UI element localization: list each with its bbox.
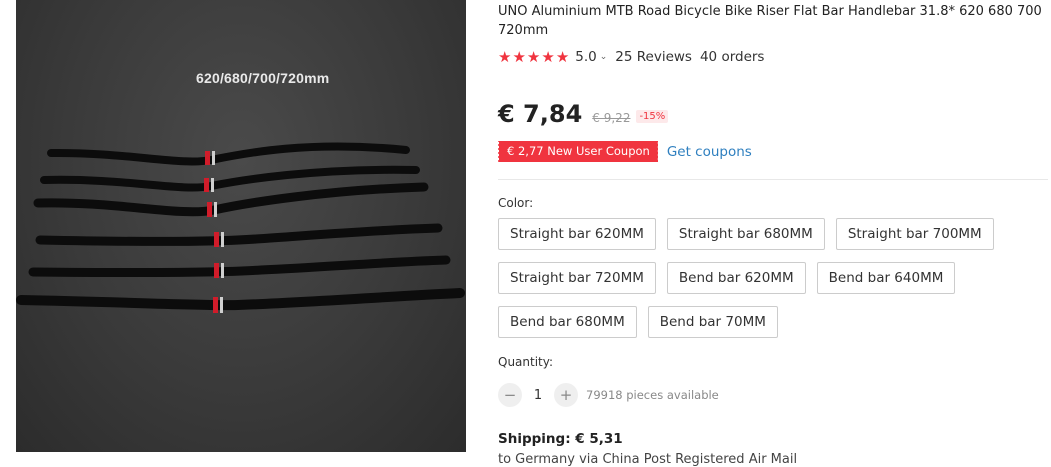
image-caption: 620/680/700/720mm — [196, 70, 330, 86]
color-option-straight-680[interactable]: Straight bar 680MM — [666, 218, 825, 250]
handlebar-2 — [40, 165, 420, 192]
color-option-straight-700[interactable]: Straight bar 700MM — [835, 218, 994, 250]
star-icon: ★ — [526, 48, 541, 66]
color-options-row-2: Straight bar 720MM Bend bar 620MM Bend b… — [498, 262, 966, 294]
minus-icon[interactable]: − — [498, 383, 522, 407]
product-image[interactable]: 620/680/700/720mm — [16, 0, 466, 452]
handlebar-4 — [35, 223, 443, 246]
current-price: € 7,84 — [498, 100, 583, 128]
quantity-label: Quantity: — [498, 355, 554, 369]
price-row: € 7,84 € 9,22 -15% — [498, 100, 669, 128]
coupon-row: € 2,77 New User Coupon Get coupons — [496, 141, 752, 162]
star-icon: ★ — [512, 48, 526, 66]
quantity-value[interactable]: 1 — [522, 388, 554, 403]
color-option-bend-620[interactable]: Bend bar 620MM — [666, 262, 806, 294]
original-price: € 9,22 — [592, 111, 631, 125]
orders-count: 40 orders — [699, 49, 765, 65]
color-label: Color: — [498, 196, 534, 210]
color-option-bend-70[interactable]: Bend bar 70MM — [647, 306, 778, 338]
handlebar-6 — [16, 288, 465, 311]
handlebar-1 — [47, 142, 410, 166]
star-icon: ★ — [555, 48, 570, 66]
shipping-label: Shipping: € 5,31 — [498, 431, 623, 447]
divider — [498, 179, 1048, 180]
coupon-badge: € 2,77 New User Coupon — [496, 141, 660, 162]
handlebar-5 — [28, 255, 451, 278]
color-options-row-1: Straight bar 620MM Straight bar 680MM St… — [498, 218, 1005, 250]
rating-row: ★ ★ ★ ★ ★ 5.0 ⌄ 25 Reviews 40 orders — [498, 47, 764, 67]
center-markings — [204, 151, 224, 313]
color-option-bend-640[interactable]: Bend bar 640MM — [816, 262, 956, 294]
star-icon: ★ — [498, 48, 512, 66]
color-option-straight-620[interactable]: Straight bar 620MM — [498, 218, 656, 250]
quantity-stepper: − 1 + 79918 pieces available — [498, 383, 719, 407]
chevron-down-icon[interactable]: ⌄ — [600, 52, 608, 62]
handlebars-graphic — [16, 142, 465, 313]
quantity-available: 79918 pieces available — [586, 388, 719, 402]
rating-stars: ★ ★ ★ ★ ★ — [498, 48, 570, 66]
color-options-row-3: Bend bar 680MM Bend bar 70MM — [498, 306, 789, 338]
handlebar-3 — [33, 182, 429, 217]
discount-badge: -15% — [636, 110, 669, 123]
shipping-detail: to Germany via China Post Registered Air… — [498, 452, 798, 467]
color-option-straight-720[interactable]: Straight bar 720MM — [498, 262, 656, 294]
color-option-bend-680[interactable]: Bend bar 680MM — [498, 306, 637, 338]
star-icon: ★ — [541, 48, 555, 66]
get-coupons-link[interactable]: Get coupons — [667, 144, 752, 160]
plus-icon[interactable]: + — [554, 383, 578, 407]
reviews-link[interactable]: 25 Reviews — [615, 49, 692, 65]
product-title: UNO Aluminium MTB Road Bicycle Bike Rise… — [498, 4, 1042, 38]
rating-score[interactable]: 5.0 — [575, 49, 596, 65]
